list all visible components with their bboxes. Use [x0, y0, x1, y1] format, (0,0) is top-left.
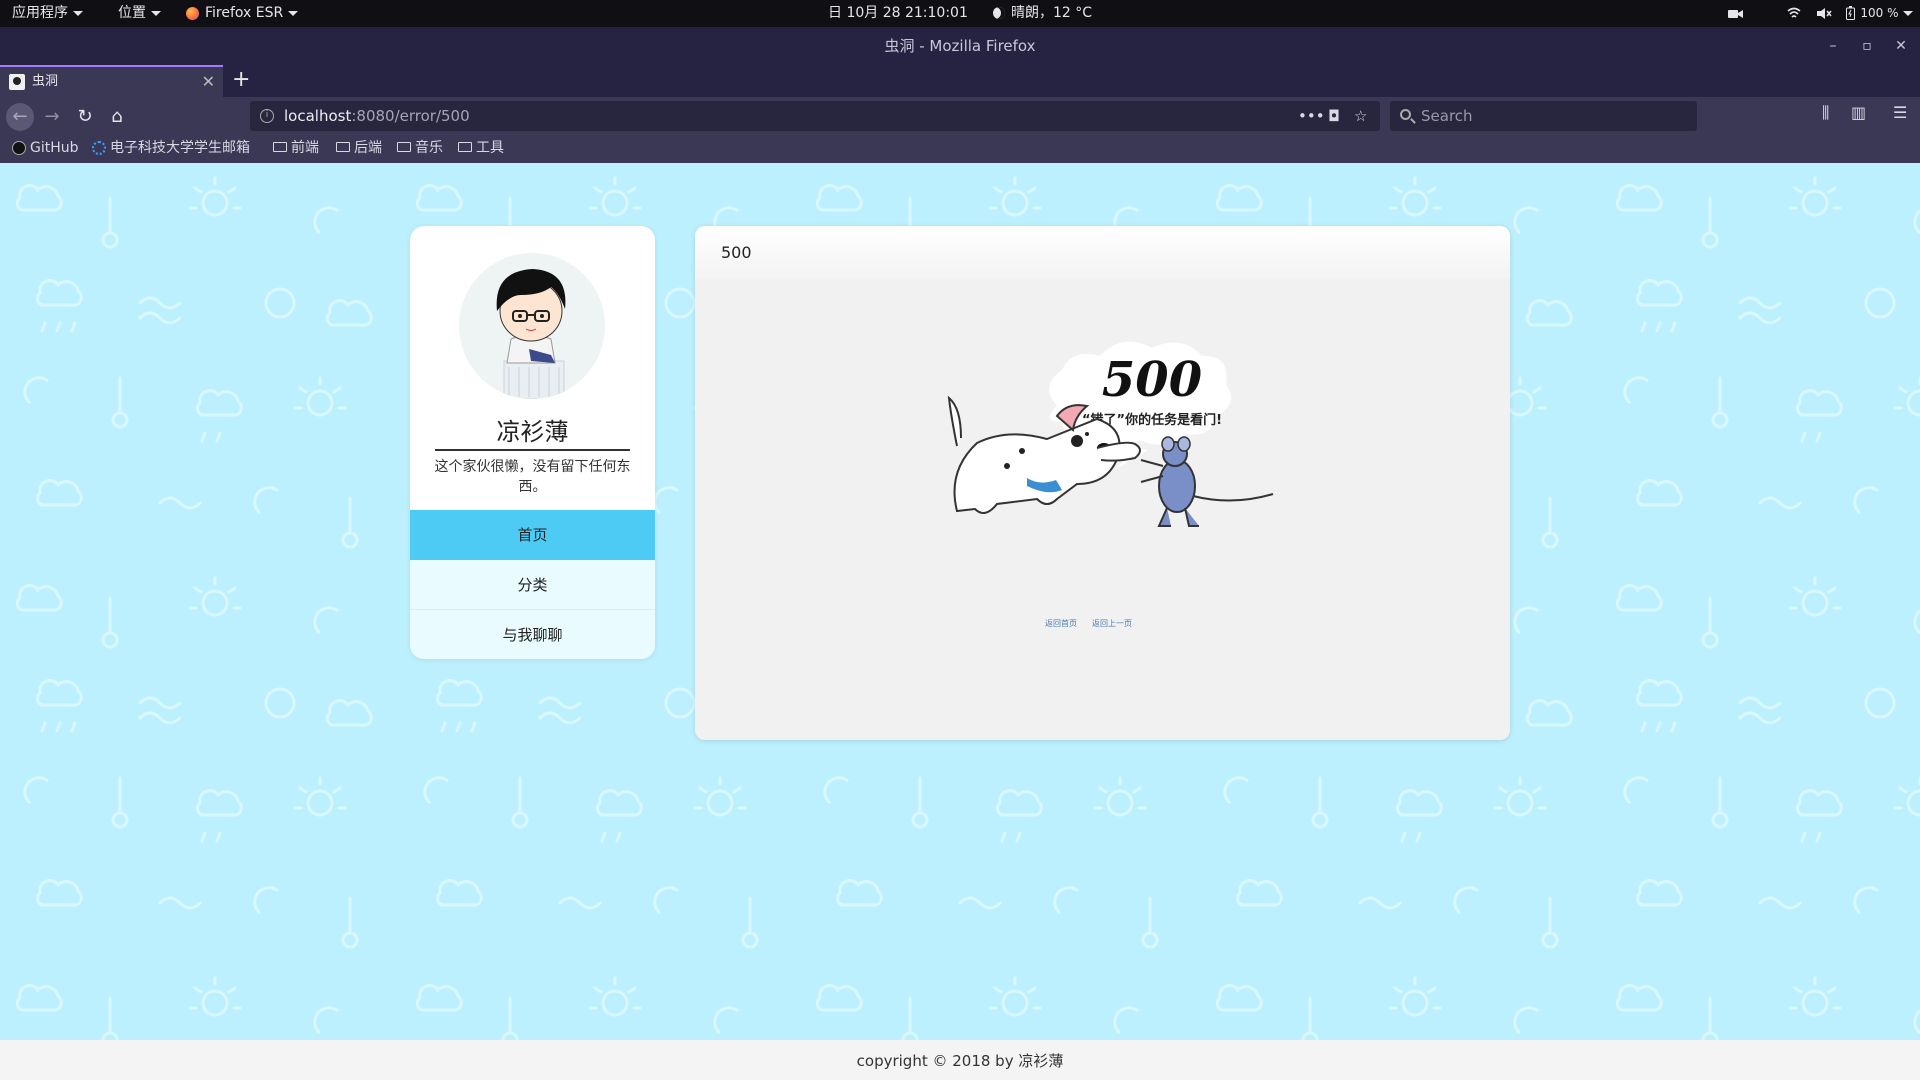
forward-button[interactable]: →	[38, 103, 66, 131]
new-tab-button[interactable]: +	[232, 67, 250, 93]
bookmark-folder-frontend[interactable]: 前端	[273, 137, 319, 159]
copyright-text: copyright © 2018 by 凉衫薄	[856, 1052, 1064, 1070]
moon-icon	[993, 7, 1005, 19]
sidebar-icon[interactable]: ▥	[1851, 103, 1866, 122]
bookmark-folder-backend[interactable]: 后端	[336, 137, 382, 159]
battery-label: 100 %	[1860, 6, 1899, 20]
bookmark-label: 后端	[354, 140, 382, 156]
battery-icon	[1846, 6, 1856, 20]
close-window-button[interactable]: ✕	[1890, 35, 1912, 57]
navigation-toolbar: ← → ↻ ⌂ i localhost:8080/error/500 ••• ◘…	[0, 97, 1920, 137]
back-button[interactable]: ←	[6, 103, 34, 131]
chevron-down-icon	[151, 10, 161, 16]
panel-title: 500	[721, 243, 752, 262]
folder-icon	[397, 142, 411, 152]
page-viewport[interactable]: 凉衫薄 这个家伙很懒，没有留下任何东西。 首页 分类 与我聊聊 500 500 …	[0, 163, 1920, 1080]
video-camera-icon	[1728, 10, 1743, 18]
bookmark-github[interactable]: GitHub	[12, 137, 79, 159]
applications-menu[interactable]: 应用程序	[12, 0, 83, 27]
firefox-app-menu-label: Firefox ESR	[205, 5, 284, 21]
avatar	[459, 253, 605, 399]
places-menu-label: 位置	[118, 5, 146, 21]
wifi-icon	[1787, 7, 1801, 18]
maximize-button[interactable]: ▫	[1856, 35, 1878, 57]
profile-card: 凉衫薄 这个家伙很懒，没有留下任何东西。 首页 分类 与我聊聊	[410, 226, 655, 659]
clock-label: 日 10月 28 21:10:01	[828, 5, 968, 21]
favicon-icon	[9, 74, 25, 90]
profile-bio: 这个家伙很懒，没有留下任何东西。	[434, 459, 631, 495]
home-button[interactable]: ⌂	[103, 103, 131, 131]
reload-button[interactable]: ↻	[71, 103, 99, 131]
search-bar[interactable]: Search	[1390, 101, 1697, 131]
places-menu[interactable]: 位置	[118, 0, 161, 27]
info-icon[interactable]: i	[260, 109, 274, 123]
tab-strip: 虫洞 ✕ +	[0, 65, 1920, 97]
firefox-app-menu[interactable]: Firefox ESR	[186, 0, 299, 27]
menu-hamburger-icon[interactable]: ☰	[1893, 103, 1907, 122]
bookmark-folder-music[interactable]: 音乐	[397, 137, 443, 159]
weather-label: 晴朗，12 °C	[1011, 5, 1093, 21]
window-titlebar: 虫洞 - Mozilla Firefox – ▫ ✕	[0, 27, 1920, 65]
window-title: 虫洞 - Mozilla Firefox	[884, 37, 1036, 55]
profile-name: 凉衫薄	[496, 418, 569, 446]
error-code-art: 500	[1102, 352, 1202, 408]
close-tab-icon[interactable]: ✕	[202, 67, 215, 96]
url-bar[interactable]: i localhost:8080/error/500 ••• ◘ ☆	[250, 101, 1380, 131]
url-path: :8080/error/500	[351, 107, 470, 125]
error-500-illustration: 500 “错了”你的任务是看门!	[947, 341, 1274, 527]
folder-icon	[273, 142, 287, 152]
page-actions-icon[interactable]: •••	[1298, 101, 1325, 131]
search-placeholder: Search	[1421, 107, 1473, 125]
folder-icon	[336, 142, 350, 152]
clock[interactable]: 日 10月 28 21:10:01	[828, 0, 968, 27]
bookmark-folder-tools[interactable]: 工具	[458, 137, 504, 159]
minimize-button[interactable]: –	[1822, 35, 1844, 57]
pocket-icon[interactable]: ◘	[1328, 101, 1340, 131]
tab-label: 虫洞	[32, 74, 59, 89]
error-panel: 500 500 “错了”你的任务是看门! 返回首页 返回上一页	[695, 226, 1510, 740]
firefox-icon	[186, 6, 199, 20]
bookmark-label: 电子科技大学学生邮箱	[110, 140, 250, 156]
divider	[435, 449, 630, 451]
library-icon[interactable]: ⫼	[1822, 103, 1829, 123]
bookmark-uestc-mail[interactable]: 电子科技大学学生邮箱	[92, 137, 250, 159]
browser-tab[interactable]: 虫洞 ✕	[0, 65, 223, 97]
avatar-cartoon-illustration	[496, 269, 566, 399]
system-tray[interactable]: 100 %	[1728, 0, 1914, 27]
bookmark-label: 工具	[476, 140, 504, 156]
page-footer: copyright © 2018 by 凉衫薄	[0, 1040, 1920, 1080]
chevron-down-icon	[73, 10, 83, 16]
back-to-home-link[interactable]: 返回首页	[1045, 618, 1077, 629]
url-host: localhost	[284, 107, 352, 125]
nav-item-home[interactable]: 首页	[410, 510, 655, 560]
folder-icon	[458, 142, 472, 152]
bookmarks-toolbar: GitHub 电子科技大学学生邮箱 前端 后端 音乐 工具	[0, 137, 1920, 163]
bookmark-label: 前端	[291, 140, 319, 156]
nav-item-category[interactable]: 分类	[410, 560, 655, 610]
weather-indicator[interactable]: 晴朗，12 °C	[993, 0, 1092, 27]
volume-muted-icon	[1816, 7, 1832, 19]
applications-menu-label: 应用程序	[12, 5, 68, 21]
nav-item-chat[interactable]: 与我聊聊	[410, 610, 655, 659]
go-back-link[interactable]: 返回上一页	[1092, 618, 1132, 629]
github-icon	[12, 141, 26, 155]
bookmark-label: 音乐	[415, 140, 443, 156]
bookmark-star-icon[interactable]: ☆	[1354, 101, 1367, 131]
chevron-down-icon	[1903, 10, 1914, 16]
bookmark-label: GitHub	[30, 140, 79, 156]
search-icon	[1400, 109, 1411, 120]
chevron-down-icon	[288, 10, 299, 16]
uestc-icon	[92, 141, 106, 155]
panel-header: 500	[695, 226, 1510, 279]
system-top-bar: 应用程序 位置 Firefox ESR 日 10月 28 21:10:01 晴朗…	[0, 0, 1920, 27]
